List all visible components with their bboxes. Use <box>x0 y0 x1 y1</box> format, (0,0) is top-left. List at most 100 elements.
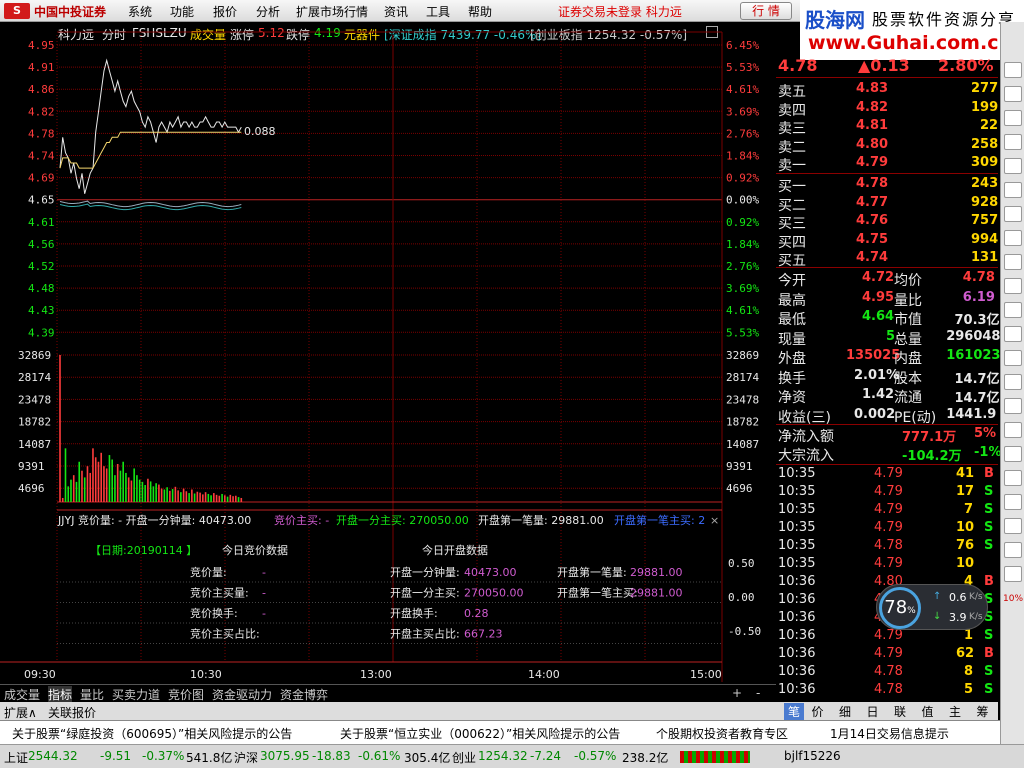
signal-bars-icon <box>680 751 750 763</box>
side-tool-icon[interactable] <box>1004 86 1022 102</box>
menu-system[interactable]: 系统 <box>128 3 152 20</box>
tick-volume: 1 <box>964 628 974 643</box>
detail-tab[interactable]: 值 <box>922 703 934 720</box>
extend-toggle[interactable]: 扩展∧ <box>4 704 37 721</box>
indicator-axis-label: 0.00 <box>728 591 755 604</box>
detail-tab[interactable]: 日 <box>867 703 879 720</box>
tab-indicator[interactable]: 指标 <box>48 686 73 703</box>
price-change: ▲0.13 <box>858 56 910 75</box>
menu-info[interactable]: 资讯 <box>384 3 408 20</box>
volume-bar <box>177 490 179 502</box>
bid-row[interactable]: 买二 4.77 928 <box>776 194 998 214</box>
news-item[interactable]: 关于股票“恒立实业（000622）”相关风险提示的公告 <box>340 725 620 742</box>
news-item[interactable]: 个股期权投资者教育专区 <box>656 725 788 742</box>
extend-bar: 扩展∧ 关联报价 <box>0 702 776 720</box>
detail-tab[interactable]: 筹 <box>977 703 989 720</box>
add-tab-icon[interactable]: + <box>732 686 742 700</box>
side-tool-icon[interactable] <box>1004 110 1022 126</box>
stat-label: 总量 <box>894 331 922 348</box>
side-tool-icon[interactable] <box>1004 278 1022 294</box>
side-tool-icon[interactable] <box>1004 62 1022 78</box>
volume-axis-label: 9391 <box>18 460 45 473</box>
menu-tools[interactable]: 工具 <box>426 3 450 20</box>
quote-button[interactable]: 行 情 <box>740 2 792 20</box>
volume-bar <box>160 488 163 502</box>
volume-bar <box>72 475 75 502</box>
stat-label: 流通 <box>894 390 922 406</box>
side-tool-icon[interactable] <box>1004 326 1022 342</box>
stat-label: 换手 <box>778 370 806 387</box>
bid-row[interactable]: 买五 4.74 131 <box>776 250 998 269</box>
volume-bar <box>196 491 199 502</box>
bid-row[interactable]: 买三 4.76 757 <box>776 213 998 232</box>
ask-row[interactable]: 卖五 4.83 277 <box>776 81 998 100</box>
bid-row[interactable]: 买四 4.75 994 <box>776 231 999 251</box>
volume-bar <box>229 494 232 502</box>
side-tool-icon[interactable] <box>1004 422 1022 438</box>
side-tool-icon[interactable] <box>1004 302 1022 318</box>
remove-tab-icon[interactable]: - <box>756 686 760 700</box>
related-quote-tab[interactable]: 关联报价 <box>48 704 96 721</box>
close-indicator-icon: × <box>710 514 719 527</box>
stat-value: 1.42 <box>862 387 895 402</box>
stat-value: 2.01% <box>854 367 900 383</box>
side-tool-icon[interactable] <box>1004 254 1022 270</box>
tick-volume: 10 <box>956 556 975 571</box>
menu-function[interactable]: 功能 <box>170 3 194 20</box>
tick-volume: 7 <box>964 502 974 517</box>
menu-quote[interactable]: 报价 <box>213 3 237 20</box>
side-tool-icon[interactable] <box>1004 230 1022 246</box>
side-tool-icon[interactable] <box>1004 398 1022 414</box>
side-tool-icon[interactable] <box>1004 134 1022 150</box>
news-item[interactable]: 关于股票“绿庭投资（600695）”相关风险提示的公告 <box>12 725 292 742</box>
tab-capital-drive[interactable]: 资金驱动力 <box>212 686 272 703</box>
order-price: 4.77 <box>856 194 889 210</box>
order-volume: 994 <box>971 231 999 247</box>
tick-row: 10:35 4.79 7 S <box>776 502 998 520</box>
side-tool-icon[interactable] <box>1004 446 1022 462</box>
side-tool-icon[interactable] <box>1004 350 1022 366</box>
tick-price: 4.79 <box>874 556 903 571</box>
detail-tab[interactable]: 价 <box>812 703 824 720</box>
menu-analysis[interactable]: 分析 <box>256 3 280 20</box>
side-tool-icon[interactable] <box>1004 158 1022 174</box>
tab-capital-game[interactable]: 资金博弈 <box>280 686 328 703</box>
side-tool-icon[interactable] <box>1004 518 1022 534</box>
detail-tab[interactable]: 笔 <box>784 703 805 720</box>
ask-row[interactable]: 卖一 4.79 309 <box>776 155 998 174</box>
side-tool-icon[interactable] <box>1004 182 1022 198</box>
volume-bar <box>237 497 240 502</box>
volume-axis-label-right: 18782 <box>726 416 759 429</box>
tab-auction-chart[interactable]: 竞价图 <box>168 686 204 703</box>
volume-bar <box>103 466 105 502</box>
ask-row[interactable]: 卖四 4.82 199 <box>776 100 998 119</box>
tab-volume-ratio[interactable]: 量比 <box>80 686 104 703</box>
detail-tabs: 笔价细日联值主筹 <box>776 702 998 720</box>
volume-bar <box>86 466 89 502</box>
price-axis-label: 4.69 <box>28 172 55 185</box>
side-tool-icon[interactable] <box>1004 374 1022 390</box>
ask-row[interactable]: 卖二 4.80 258 <box>776 137 998 156</box>
side-tool-icon[interactable] <box>1004 542 1022 558</box>
detail-tab[interactable]: 联 <box>894 703 906 720</box>
side-tool-icon[interactable] <box>1004 206 1022 222</box>
divider <box>776 424 998 425</box>
network-speed-widget[interactable]: 78% ↑ 0.6 K/s ↓ 3.9 K/s <box>876 584 988 630</box>
side-tool-icon[interactable] <box>1004 494 1022 510</box>
divider <box>776 77 998 78</box>
side-tool-icon[interactable] <box>1004 566 1022 582</box>
trade-login-warning[interactable]: 证券交易未登录 科力远 <box>558 3 682 20</box>
menu-help[interactable]: 帮助 <box>468 3 492 20</box>
bid-row[interactable]: 买一 4.78 243 <box>776 176 998 195</box>
tab-volume[interactable]: 成交量 <box>4 686 40 703</box>
detail-tab[interactable]: 主 <box>949 703 961 720</box>
tab-buy-sell-force[interactable]: 买卖力道 <box>112 686 160 703</box>
ask-row[interactable]: 卖三 4.81 22 <box>776 118 998 137</box>
order-level-label: 卖四 <box>778 102 806 119</box>
volume-bar <box>105 468 108 502</box>
side-tool-icon[interactable] <box>1004 470 1022 486</box>
menu-extended-market[interactable]: 扩展市场行情 <box>296 3 368 20</box>
volume-bar <box>166 487 168 502</box>
detail-tab[interactable]: 细 <box>839 703 851 720</box>
tick-row: 10:35 4.78 76 S <box>776 538 998 556</box>
